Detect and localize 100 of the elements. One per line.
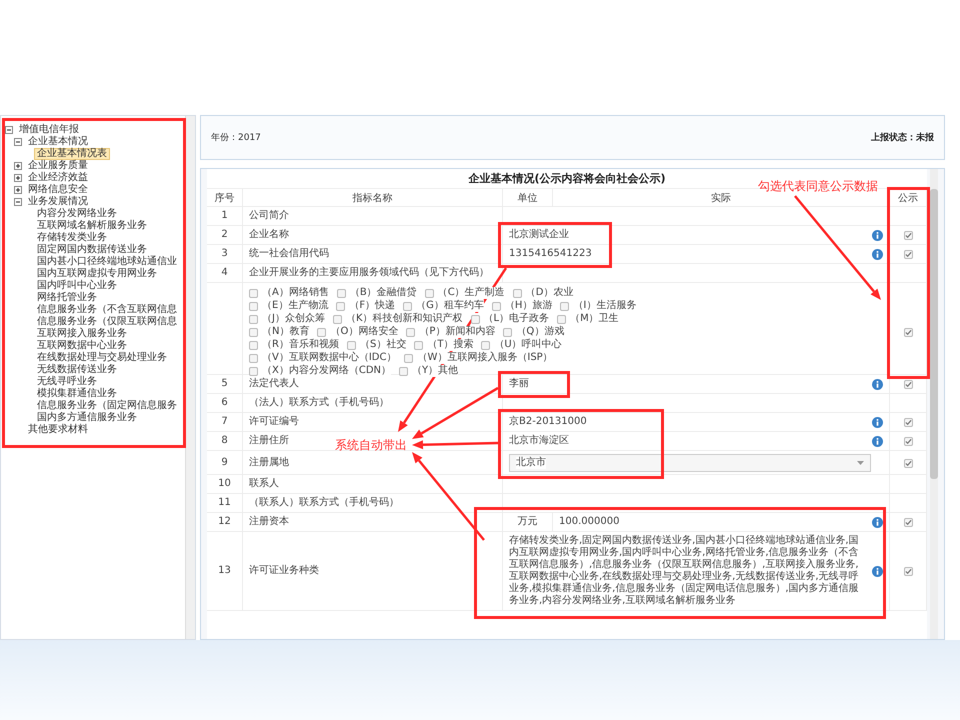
tree-item[interactable]: 存储转发类业务 <box>34 232 110 244</box>
info-icon[interactable] <box>872 436 883 446</box>
checkbox[interactable] <box>249 302 258 310</box>
checkbox[interactable] <box>249 314 258 324</box>
info-icon[interactable] <box>872 416 883 428</box>
indicator-name: 企业名称 <box>249 229 289 241</box>
checkbox[interactable] <box>336 288 346 298</box>
tree-item[interactable]: 互联网接入服务业务 <box>34 328 130 340</box>
checkbox[interactable] <box>399 366 408 376</box>
checkbox[interactable] <box>904 566 912 576</box>
tree-item[interactable]: 国内互联网虚拟专用网业务 <box>34 268 160 280</box>
checkbox[interactable] <box>249 328 258 336</box>
tree-item[interactable]: 增值电信年报 <box>16 124 82 136</box>
tree-item[interactable]: 国内呼叫中心业务 <box>34 280 120 292</box>
column-header: 单位 <box>503 189 553 206</box>
checkbox[interactable] <box>424 288 434 298</box>
highlight-frame <box>498 371 570 398</box>
value-cell: 北京测试企业 <box>509 229 569 241</box>
tree-item[interactable]: 无线寻呼业务 <box>34 376 100 388</box>
year-label: 年份：2017 <box>211 132 261 144</box>
collapse-icon[interactable] <box>14 138 22 146</box>
checkbox[interactable] <box>904 380 912 388</box>
column-header: 公示 <box>890 189 927 206</box>
checkbox[interactable] <box>414 340 424 350</box>
checkbox[interactable] <box>904 436 912 446</box>
tree-item[interactable]: 无线数据传送业务 <box>34 364 120 376</box>
tree-item[interactable]: 内容分发网络业务 <box>34 208 120 220</box>
info-icon[interactable] <box>872 566 883 576</box>
checkbox[interactable] <box>404 354 414 362</box>
tree-item[interactable]: 在线数据处理与交易处理业务 <box>34 352 170 364</box>
tree-item[interactable]: 国内甚小口径终端地球站通信业 <box>34 256 180 268</box>
checkbox[interactable] <box>481 340 490 350</box>
tree-item[interactable]: 固定网国内数据传送业务 <box>34 244 150 256</box>
tree-item[interactable]: 企业基本情况表 <box>34 148 110 160</box>
expand-icon[interactable] <box>14 162 22 170</box>
indicator-name: 公司简介 <box>249 210 289 222</box>
checkbox[interactable] <box>904 518 912 526</box>
indicator-name: 许可证业务种类 <box>249 565 319 577</box>
info-icon[interactable] <box>872 378 883 390</box>
checkbox[interactable] <box>346 340 356 350</box>
indicator-name: 注册住所 <box>249 435 289 447</box>
tree-item[interactable]: 企业服务质量 <box>25 160 91 172</box>
info-icon[interactable] <box>872 248 883 260</box>
collapse-icon[interactable] <box>5 126 13 134</box>
tree-item[interactable]: 互联网数据中心业务 <box>34 340 130 352</box>
expand-icon[interactable] <box>14 174 22 182</box>
tree-item[interactable]: 信息服务业务（仅限互联网信息 <box>34 316 180 328</box>
annotation-label: 系统自动带出 <box>335 437 407 454</box>
checkbox[interactable] <box>249 340 258 350</box>
checkbox[interactable] <box>904 458 912 468</box>
tree-item[interactable]: 企业经济效益 <box>25 172 91 184</box>
indicator-name: 法定代表人 <box>249 378 299 390</box>
scrollbar-thumb[interactable] <box>930 189 938 479</box>
checkbox[interactable] <box>332 314 342 324</box>
info-icon[interactable] <box>872 516 883 528</box>
indicator-name: 注册属地 <box>249 457 289 469</box>
value-cell: 李丽 <box>509 378 529 390</box>
indicator-name: 许可证编号 <box>249 416 299 428</box>
checkbox[interactable] <box>904 328 912 336</box>
column-header: 指标名称 <box>243 189 503 206</box>
checkbox[interactable] <box>492 302 501 310</box>
checkbox[interactable] <box>406 328 416 336</box>
checkbox[interactable] <box>249 366 258 376</box>
checkbox[interactable] <box>470 314 480 324</box>
caret-icon <box>857 461 864 465</box>
tree-item[interactable]: 企业基本情况 <box>25 136 91 148</box>
tree-item[interactable]: 网络托管业务 <box>34 292 100 304</box>
checkbox[interactable] <box>503 328 512 336</box>
scrollbar[interactable] <box>185 116 195 639</box>
checkbox[interactable] <box>512 288 522 298</box>
report-status: 上报状态：未报 <box>871 131 934 144</box>
tree-item[interactable]: 国内多方通信服务业务 <box>34 412 140 424</box>
expand-icon[interactable] <box>14 186 22 194</box>
checkbox[interactable] <box>560 302 570 310</box>
tree-item[interactable]: 模拟集群通信业务 <box>34 388 120 400</box>
region-select[interactable]: 北京市 <box>509 454 871 472</box>
collapse-icon[interactable] <box>14 198 22 206</box>
value-cell: 京B2-20131000 <box>509 416 587 428</box>
checkbox[interactable] <box>249 354 258 362</box>
unit-cell: 万元 <box>518 516 538 528</box>
tree-item[interactable]: 其他要求材料 <box>25 424 91 436</box>
column-header: 序号 <box>207 189 243 206</box>
checkbox[interactable] <box>904 230 912 240</box>
checkbox[interactable] <box>317 328 326 336</box>
indicator-name: 注册资本 <box>249 516 289 528</box>
tree-item[interactable]: 业务发展情况 <box>25 196 91 208</box>
tree-item[interactable]: 网络信息安全 <box>25 184 91 196</box>
checkbox[interactable] <box>557 314 566 324</box>
checkbox[interactable] <box>336 302 346 310</box>
value-cell: 北京市海淀区 <box>509 435 569 447</box>
checkbox[interactable] <box>403 302 412 310</box>
tree-item[interactable]: 互联网域名解析服务业务 <box>34 220 150 232</box>
tree-item[interactable]: 信息服务业务（固定网信息服务 <box>34 400 180 412</box>
info-icon[interactable] <box>872 230 883 240</box>
indicator-name: 统一社会信用代码 <box>249 248 329 260</box>
tree-item[interactable]: 信息服务业务（不含互联网信息 <box>34 304 180 316</box>
indicator-name: 联系人 <box>249 478 279 490</box>
checkbox[interactable] <box>904 418 912 426</box>
checkbox[interactable] <box>904 250 912 258</box>
checkbox[interactable] <box>249 288 258 298</box>
